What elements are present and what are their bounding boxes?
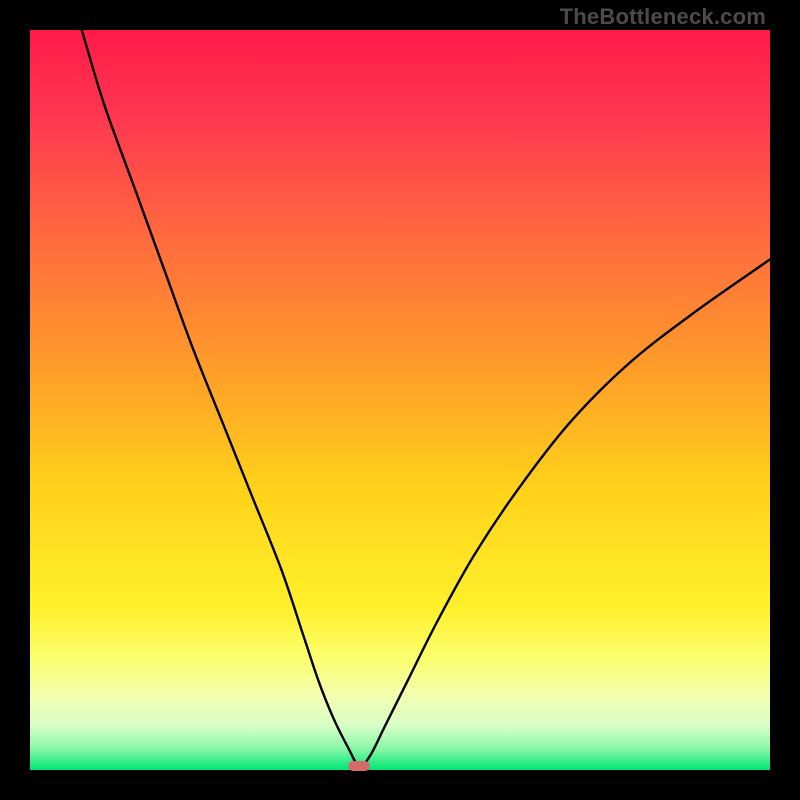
chart-svg xyxy=(30,30,770,770)
chart-frame: TheBottleneck.com xyxy=(0,0,800,800)
gradient-rect xyxy=(30,30,770,770)
optimal-marker xyxy=(348,761,370,771)
plot-area xyxy=(30,30,770,770)
watermark-text: TheBottleneck.com xyxy=(560,4,766,30)
